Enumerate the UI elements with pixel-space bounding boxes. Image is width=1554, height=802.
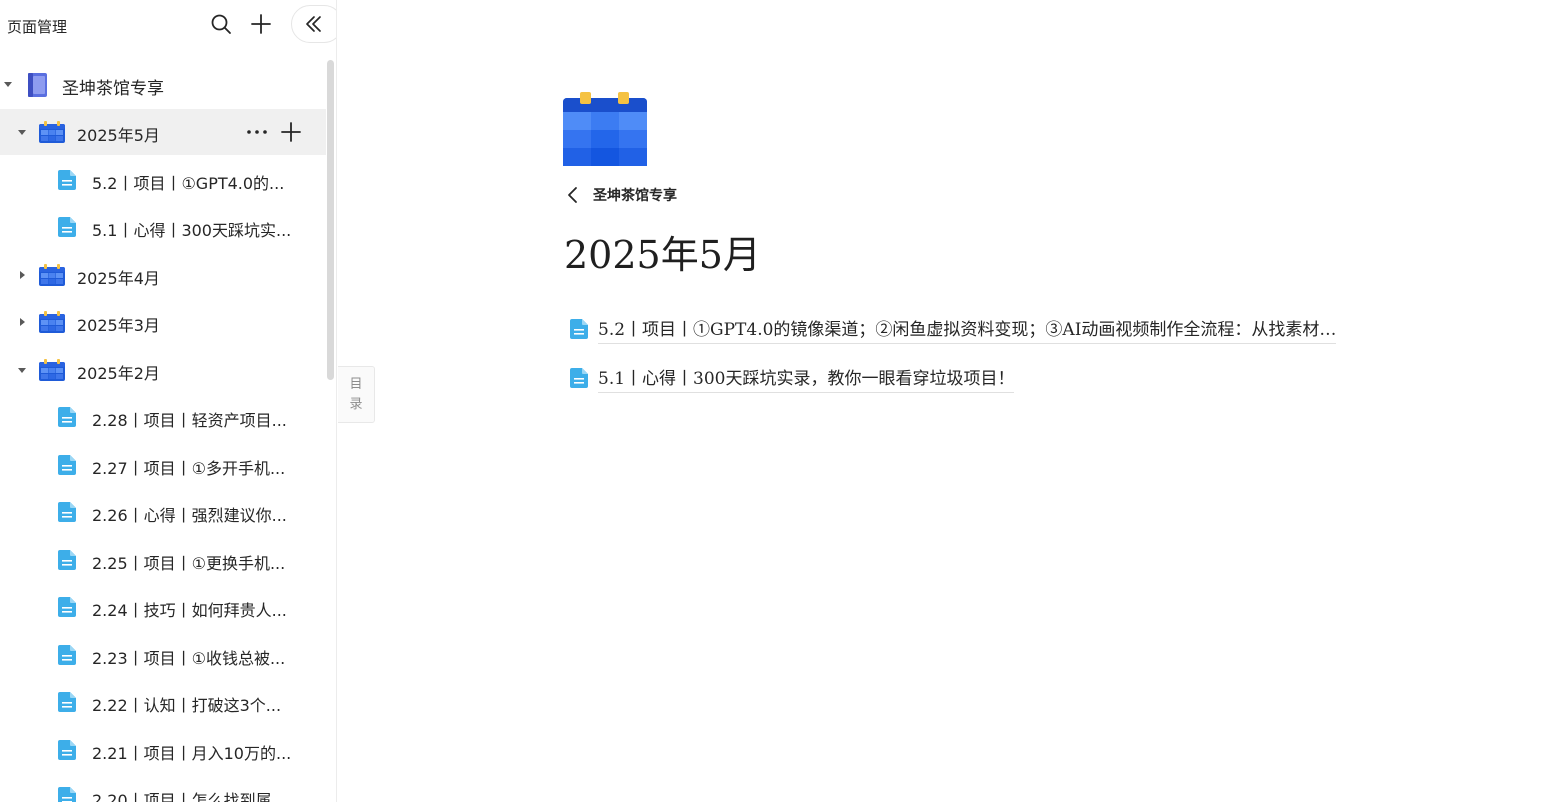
tree-item-label: 5.1丨心得丨300天踩坑实... (92, 221, 292, 240)
plus-icon (281, 122, 301, 142)
add-subpage-button[interactable] (278, 119, 304, 145)
document-icon (58, 740, 76, 764)
tree-root-item[interactable]: 圣坤茶馆专享 (0, 61, 326, 107)
document-icon (58, 217, 76, 241)
caret-right-icon[interactable] (17, 317, 27, 327)
sidebar-header: 页面管理 (0, 0, 336, 50)
tree-item-doc[interactable]: 5.2丨项目丨①GPT4.0的... (0, 157, 326, 203)
plus-icon (251, 14, 271, 34)
tree-item-label: 2.26丨心得丨强烈建议你... (92, 506, 287, 525)
document-icon (58, 597, 76, 621)
page-tree: 圣坤茶馆专享 2025年5月 5.2丨项目丨①GPT4.0的... 5.1丨心得… (0, 60, 326, 802)
more-button[interactable] (244, 119, 270, 145)
tree-item-doc[interactable]: 2.27丨项目丨①多开手机... (0, 442, 326, 488)
book-icon (26, 73, 48, 101)
sidebar-title: 页面管理 (7, 18, 68, 36)
tree-item-label: 2.21丨项目丨月入10万的... (92, 744, 292, 763)
document-icon (58, 645, 76, 669)
tree-root-label: 圣坤茶馆专享 (62, 79, 164, 99)
caret-right-icon[interactable] (17, 270, 27, 280)
document-icon (570, 368, 588, 388)
tree-item-doc[interactable]: 2.25丨项目丨①更换手机... (0, 537, 326, 583)
tree-item-label: 2.28丨项目丨轻资产项目... (92, 411, 287, 430)
tree-item-doc[interactable]: 5.1丨心得丨300天踩坑实... (0, 204, 326, 250)
double-chevron-left-icon (306, 16, 321, 32)
child-doc-title: 5.2丨项目丨①GPT4.0的镜像渠道；②闲鱼虚拟资料变现；③AI动画视频制作全… (598, 315, 1337, 344)
child-doc-title: 5.1丨心得丨300天踩坑实录，教你一眼看穿垃圾项目！ (598, 364, 1015, 393)
document-icon (58, 692, 76, 716)
tree-item-doc[interactable]: 2.22丨认知丨打破这3个... (0, 679, 326, 725)
chevron-left-icon (568, 187, 577, 203)
tree-item-label: 2.24丨技巧丨如何拜贵人... (92, 601, 287, 620)
calendar-icon (563, 92, 647, 170)
tree-item-2025-02[interactable]: 2025年2月 (0, 347, 326, 393)
sidebar: 页面管理 圣坤茶馆专享 2025年5月 5.2丨项目丨①GPT4.0的... 5… (0, 0, 337, 802)
breadcrumb-parent: 圣坤茶馆专享 (593, 188, 677, 204)
caret-down-icon[interactable] (17, 127, 27, 137)
calendar-icon (39, 121, 65, 147)
caret-down-icon[interactable] (3, 79, 13, 89)
main-content: 圣坤茶馆专享 2025年5月 5.2丨项目丨①GPT4.0的镜像渠道；②闲鱼虚拟… (338, 0, 1554, 802)
tree-item-actions (244, 119, 304, 145)
tree-item-label: 2025年5月 (77, 126, 160, 145)
tree-item-doc[interactable]: 2.20丨项目丨怎么找到属... (0, 774, 326, 802)
document-icon (58, 407, 76, 431)
tree-item-doc[interactable]: 2.28丨项目丨轻资产项目... (0, 394, 326, 440)
document-icon (58, 455, 76, 479)
tree-item-label: 2.22丨认知丨打破这3个... (92, 696, 282, 715)
page-title: 2025年5月 (564, 233, 761, 277)
more-dots-icon (247, 130, 267, 134)
tree-item-2025-03[interactable]: 2025年3月 (0, 299, 326, 345)
tree-item-label: 2025年2月 (77, 364, 160, 383)
document-icon (58, 550, 76, 574)
caret-down-icon[interactable] (17, 365, 27, 375)
tree-item-doc[interactable]: 2.24丨技巧丨如何拜贵人... (0, 584, 326, 630)
breadcrumb-back[interactable]: 圣坤茶馆专享 (567, 184, 677, 206)
calendar-icon (39, 359, 65, 385)
tree-item-doc[interactable]: 2.23丨项目丨①收钱总被... (0, 632, 326, 678)
tree-item-2025-05[interactable]: 2025年5月 (0, 109, 326, 155)
tree-item-label: 2.23丨项目丨①收钱总被... (92, 649, 286, 668)
tree-item-label: 2.25丨项目丨①更换手机... (92, 554, 286, 573)
calendar-icon (39, 264, 65, 290)
search-icon (211, 14, 231, 34)
document-icon (570, 319, 588, 339)
tree-item-label: 5.2丨项目丨①GPT4.0的... (92, 174, 285, 193)
tree-item-2025-04[interactable]: 2025年4月 (0, 252, 326, 298)
search-button[interactable] (208, 11, 234, 37)
tree-item-doc[interactable]: 2.21丨项目丨月入10万的... (0, 727, 326, 773)
child-doc-link[interactable]: 5.2丨项目丨①GPT4.0的镜像渠道；②闲鱼虚拟资料变现；③AI动画视频制作全… (570, 314, 1337, 344)
tree-item-doc[interactable]: 2.26丨心得丨强烈建议你... (0, 489, 326, 535)
collapse-sidebar-button[interactable] (291, 5, 336, 43)
document-icon (58, 502, 76, 526)
calendar-icon (39, 311, 65, 337)
tree-item-label: 2025年4月 (77, 269, 160, 288)
tree-item-label: 2025年3月 (77, 316, 160, 335)
tree-item-label: 2.27丨项目丨①多开手机... (92, 459, 286, 478)
document-icon (58, 787, 76, 802)
document-icon (58, 170, 76, 194)
child-doc-link[interactable]: 5.1丨心得丨300天踩坑实录，教你一眼看穿垃圾项目！ (570, 363, 1015, 393)
add-page-button[interactable] (248, 11, 274, 37)
tree-item-label: 2.20丨项目丨怎么找到属... (92, 791, 287, 802)
sidebar-scrollbar[interactable] (327, 60, 334, 380)
